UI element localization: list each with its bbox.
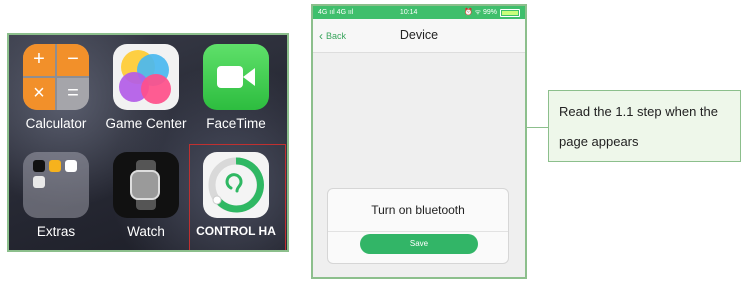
app-label: Calculator [25,116,87,131]
status-icons: ⏰ ᯤ 99% [463,9,497,16]
battery-icon [499,8,520,17]
page-title: Device [399,28,439,42]
plus-key: + [23,44,55,76]
dialog-divider [328,231,508,232]
bluetooth-dialog: Turn on bluetooth Save [327,188,509,264]
minus-key: − [57,44,89,76]
app-game-center[interactable]: Game Center [105,44,187,131]
instruction-callout: Read the 1.1 step when the page appears [548,90,741,162]
app-watch[interactable]: Watch [105,152,187,239]
folder-icon [23,152,89,218]
highlight-box [189,144,286,250]
status-bar: 4G ııl 4G ııl 10:14 ⏰ ᯤ 99% [313,6,525,19]
calculator-icon: + − × = [23,44,89,110]
game-center-icon [113,44,179,110]
app-extras-folder[interactable]: Extras [15,152,97,239]
multiply-key: × [23,78,55,110]
nav-bar: ‹ Back Device [313,19,525,53]
watch-icon [113,152,179,218]
equals-key: = [57,78,89,110]
app-label: FaceTime [206,116,266,131]
status-time: 10:14 [399,9,418,16]
app-label: Extras [36,224,76,239]
phone-screen-panel: 4G ııl 4G ııl 10:14 ⏰ ᯤ 99% ‹ Back Devic… [311,4,527,279]
home-screen-panel: + − × = Calculator Game Center FaceTime [7,33,289,252]
signal-indicator: 4G ııl 4G ııl [318,9,354,16]
save-button[interactable]: Save [360,234,478,254]
app-label: Game Center [105,116,187,131]
app-calculator[interactable]: + − × = Calculator [15,44,97,131]
dialog-message: Turn on bluetooth [371,203,465,217]
callout-connector [527,127,548,128]
app-facetime[interactable]: FaceTime [195,44,277,131]
facetime-icon [203,44,269,110]
app-label: Watch [127,224,165,239]
